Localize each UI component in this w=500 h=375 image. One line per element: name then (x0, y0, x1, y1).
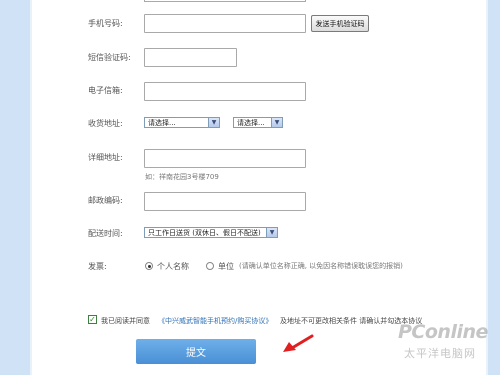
province-select-value: 请选择... (148, 118, 176, 127)
phone-label: 手机号码: (88, 19, 123, 28)
province-select[interactable]: 请选择... ▼ (144, 117, 220, 128)
right-background-stripe (488, 0, 500, 375)
submit-button[interactable]: 提文 (136, 339, 256, 364)
email-label: 电子信箱: (88, 86, 123, 95)
watermark-sub-text: 太平洋电脑网 (404, 347, 476, 360)
phone-input[interactable] (144, 14, 306, 33)
left-background-stripe (0, 0, 30, 375)
red-arrow-icon (283, 334, 314, 352)
right-stripe-edge (486, 0, 488, 375)
chevron-down-icon: ▼ (266, 228, 277, 237)
send-sms-code-button[interactable]: 发送手机验证码 (311, 15, 369, 32)
chevron-down-icon: ▼ (208, 118, 219, 127)
agreement-checkbox[interactable]: ✓ (88, 315, 97, 324)
chevron-down-icon: ▼ (271, 118, 282, 127)
left-stripe-edge (30, 0, 32, 375)
detail-address-hint: 如：祥南花园3号楼709 (145, 173, 219, 181)
invoice-label: 发票: (88, 262, 107, 271)
invoice-personal-radio[interactable] (145, 262, 153, 270)
invoice-personal-label: 个人名称 (157, 262, 189, 271)
invoice-note: (请确认单位名称正确, 以免因名称错误耽误您的报销) (239, 262, 403, 270)
agreement-prefix: 我已阅读并同意 (101, 317, 150, 325)
city-select[interactable]: 请选择... ▼ (233, 117, 283, 128)
watermark-main-text: PConline (398, 321, 488, 343)
postcode-label: 邮政编码: (88, 196, 123, 205)
city-select-value: 请选择... (237, 118, 265, 127)
delivery-time-value: 只工作日送货 (双休日、假日不配送) (148, 228, 261, 237)
sms-code-label: 短信验证码: (88, 53, 131, 62)
invoice-company-label: 单位 (218, 262, 234, 271)
agreement-link[interactable]: 《中兴威武智能手机预约/购买协议》 (158, 316, 272, 326)
postcode-input[interactable] (144, 192, 306, 211)
detail-address-label: 详细地址: (88, 153, 123, 162)
detail-address-input[interactable] (144, 149, 306, 168)
watermark-logo: PConline 太平洋电脑网 (398, 321, 496, 367)
email-input[interactable] (144, 82, 306, 101)
previous-field-input[interactable] (144, 0, 306, 2)
address-label: 收货地址: (88, 119, 123, 128)
delivery-time-select[interactable]: 只工作日送货 (双休日、假日不配送) ▼ (144, 227, 278, 238)
invoice-company-radio[interactable] (206, 262, 214, 270)
delivery-time-label: 配送时间: (88, 229, 123, 238)
sms-code-input[interactable] (144, 48, 237, 67)
